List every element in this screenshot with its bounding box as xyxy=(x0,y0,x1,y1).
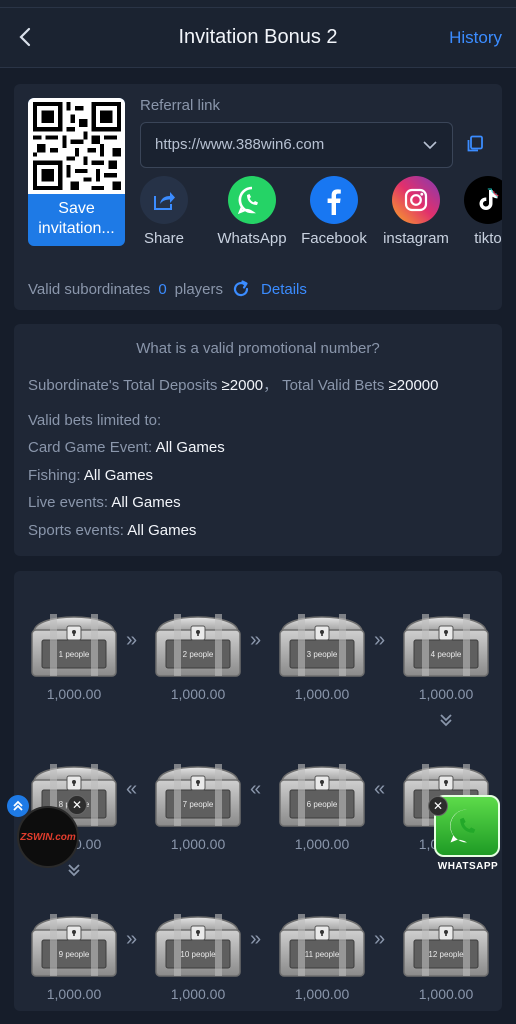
referral-link-label: Referral link xyxy=(140,97,221,114)
chest-reward-amount: 1,000.00 xyxy=(170,836,226,852)
details-link[interactable]: Details xyxy=(261,281,307,298)
chest-reward-amount: 1,000.00 xyxy=(294,986,350,1002)
reward-chest[interactable]: 7 people 1,000.00 xyxy=(152,756,244,866)
reward-chest[interactable]: 10 people 1,000.00 xyxy=(152,906,244,1011)
flow-arrow-icon: » xyxy=(374,928,386,950)
tiktok-icon xyxy=(464,176,502,224)
reward-chest[interactable]: 2 people 1,000.00 xyxy=(152,606,244,716)
status-bar xyxy=(0,0,516,8)
treasure-chest-icon xyxy=(279,764,365,827)
bottom-strip xyxy=(0,1011,516,1024)
referral-card: Save invitation... Referral link https:/… xyxy=(14,84,502,310)
valid-bets-heading: Valid bets limited to: xyxy=(28,412,162,429)
referral-link-select[interactable]: https://www.388win6.com xyxy=(140,122,453,168)
history-link[interactable]: History xyxy=(449,28,502,48)
save-invitation-button[interactable]: Save invitation... xyxy=(28,194,125,246)
reward-chest[interactable]: 6 people 1,000.00 xyxy=(276,756,368,866)
reward-chests-card: 1 people 1,000.00 2 people 1,000.00 3 pe… xyxy=(14,571,502,1011)
flow-arrow-icon: » xyxy=(126,928,138,950)
chest-people-label: 4 people xyxy=(430,650,462,659)
rule-fishing: Fishing: All Games xyxy=(28,467,154,484)
chest-people-label: 10 people xyxy=(180,950,216,959)
share-option-instagram[interactable]: instagram xyxy=(375,176,457,246)
share-icon xyxy=(140,176,188,224)
chest-reward-amount: 1,000.00 xyxy=(418,986,474,1002)
instagram-icon xyxy=(392,176,440,224)
scroll-up-button[interactable] xyxy=(7,795,29,817)
flow-arrow-icon: » xyxy=(126,629,138,651)
chest-people-label: 2 people xyxy=(182,650,214,659)
valid-subordinates-row: Valid subordinates 0 players Details xyxy=(28,279,307,299)
treasure-chest-icon xyxy=(31,614,117,677)
chest-people-label: 1 people xyxy=(58,650,90,659)
whatsapp-icon xyxy=(228,176,276,224)
chest-reward-amount: 1,000.00 xyxy=(170,686,226,702)
share-option-facebook[interactable]: Facebook xyxy=(293,176,375,246)
chest-reward-amount: 1,000.00 xyxy=(294,836,350,852)
rule-card-game: Card Game Event: All Games xyxy=(28,439,225,456)
reward-chest[interactable]: 12 people 1,000.00 xyxy=(400,906,492,1011)
qr-code xyxy=(28,98,125,194)
copy-icon[interactable] xyxy=(466,135,484,153)
flow-arrow-icon: « xyxy=(374,778,386,800)
share-option-whatsapp[interactable]: WhatsApp xyxy=(211,176,293,246)
reward-chest[interactable]: 11 people 1,000.00 xyxy=(276,906,368,1011)
close-brand-float-button[interactable]: ✕ xyxy=(67,795,87,815)
chest-reward-amount: 1,000.00 xyxy=(418,686,474,702)
chest-people-label: 9 people xyxy=(58,950,90,959)
valid-subordinates-label: Valid subordinates xyxy=(28,280,151,298)
chest-reward-amount: 1,000.00 xyxy=(294,686,350,702)
flow-arrow-icon: » xyxy=(250,928,262,950)
rule-live-events: Live events: All Games xyxy=(28,494,181,511)
flow-arrow-down-icon xyxy=(438,711,454,734)
flow-arrow-icon: « xyxy=(250,778,262,800)
referral-link-value: https://www.388win6.com xyxy=(155,136,325,153)
chest-people-label: 12 people xyxy=(428,950,464,959)
reward-chest[interactable]: 9 people 1,000.00 xyxy=(28,906,120,1011)
page-title: Invitation Bonus 2 xyxy=(178,26,338,48)
treasure-chest-icon xyxy=(403,614,489,677)
promo-question: What is a valid promotional number? xyxy=(136,340,380,357)
flow-arrow-icon: » xyxy=(374,629,386,651)
share-options: Share WhatsApp Facebook instagram tikto xyxy=(140,176,502,246)
treasure-chest-icon xyxy=(403,914,489,977)
reward-chest[interactable]: 4 people 1,000.00 xyxy=(400,606,492,716)
valid-subordinates-count: 0 xyxy=(158,280,167,298)
chest-reward-amount: 1,000.00 xyxy=(46,986,102,1002)
chest-people-label: 7 people xyxy=(182,800,214,809)
share-option-tiktok[interactable]: tikto xyxy=(447,176,502,246)
valid-subordinates-unit: players xyxy=(174,280,224,298)
chest-reward-amount: 1,000.00 xyxy=(170,986,226,1002)
promo-rules-card: What is a valid promotional number? Subo… xyxy=(14,324,502,556)
treasure-chest-icon xyxy=(155,914,241,977)
refresh-icon[interactable] xyxy=(231,279,251,299)
treasure-chest-icon xyxy=(279,614,365,677)
close-whatsapp-float-button[interactable]: ✕ xyxy=(428,796,448,816)
reward-chest[interactable]: 1 people 1,000.00 xyxy=(28,606,120,716)
promo-requirement: Subordinate's Total Deposits ≥2000， Tota… xyxy=(28,377,439,394)
flow-arrow-icon: » xyxy=(250,629,262,651)
share-option-share[interactable]: Share xyxy=(140,176,205,246)
top-bar: Invitation Bonus 2 History xyxy=(0,8,516,68)
facebook-icon xyxy=(310,176,358,224)
chevron-down-icon xyxy=(423,141,437,150)
chest-people-label: 6 people xyxy=(306,800,338,809)
flow-arrow-down-icon xyxy=(66,861,82,884)
treasure-chest-icon xyxy=(31,914,117,977)
brand-float-button[interactable]: ZSWIN.com xyxy=(17,806,79,868)
flow-arrow-icon: « xyxy=(126,778,138,800)
treasure-chest-icon xyxy=(155,764,241,827)
chest-reward-amount: 1,000.00 xyxy=(46,686,102,702)
treasure-chest-icon xyxy=(155,614,241,677)
rule-sports-events: Sports events: All Games xyxy=(28,522,197,539)
double-chevron-up-icon xyxy=(13,800,23,811)
reward-chest[interactable]: 3 people 1,000.00 xyxy=(276,606,368,716)
qr-panel: Save invitation... xyxy=(28,98,125,246)
treasure-chest-icon xyxy=(279,914,365,977)
chest-people-label: 3 people xyxy=(306,650,338,659)
chest-people-label: 11 people xyxy=(304,950,340,959)
